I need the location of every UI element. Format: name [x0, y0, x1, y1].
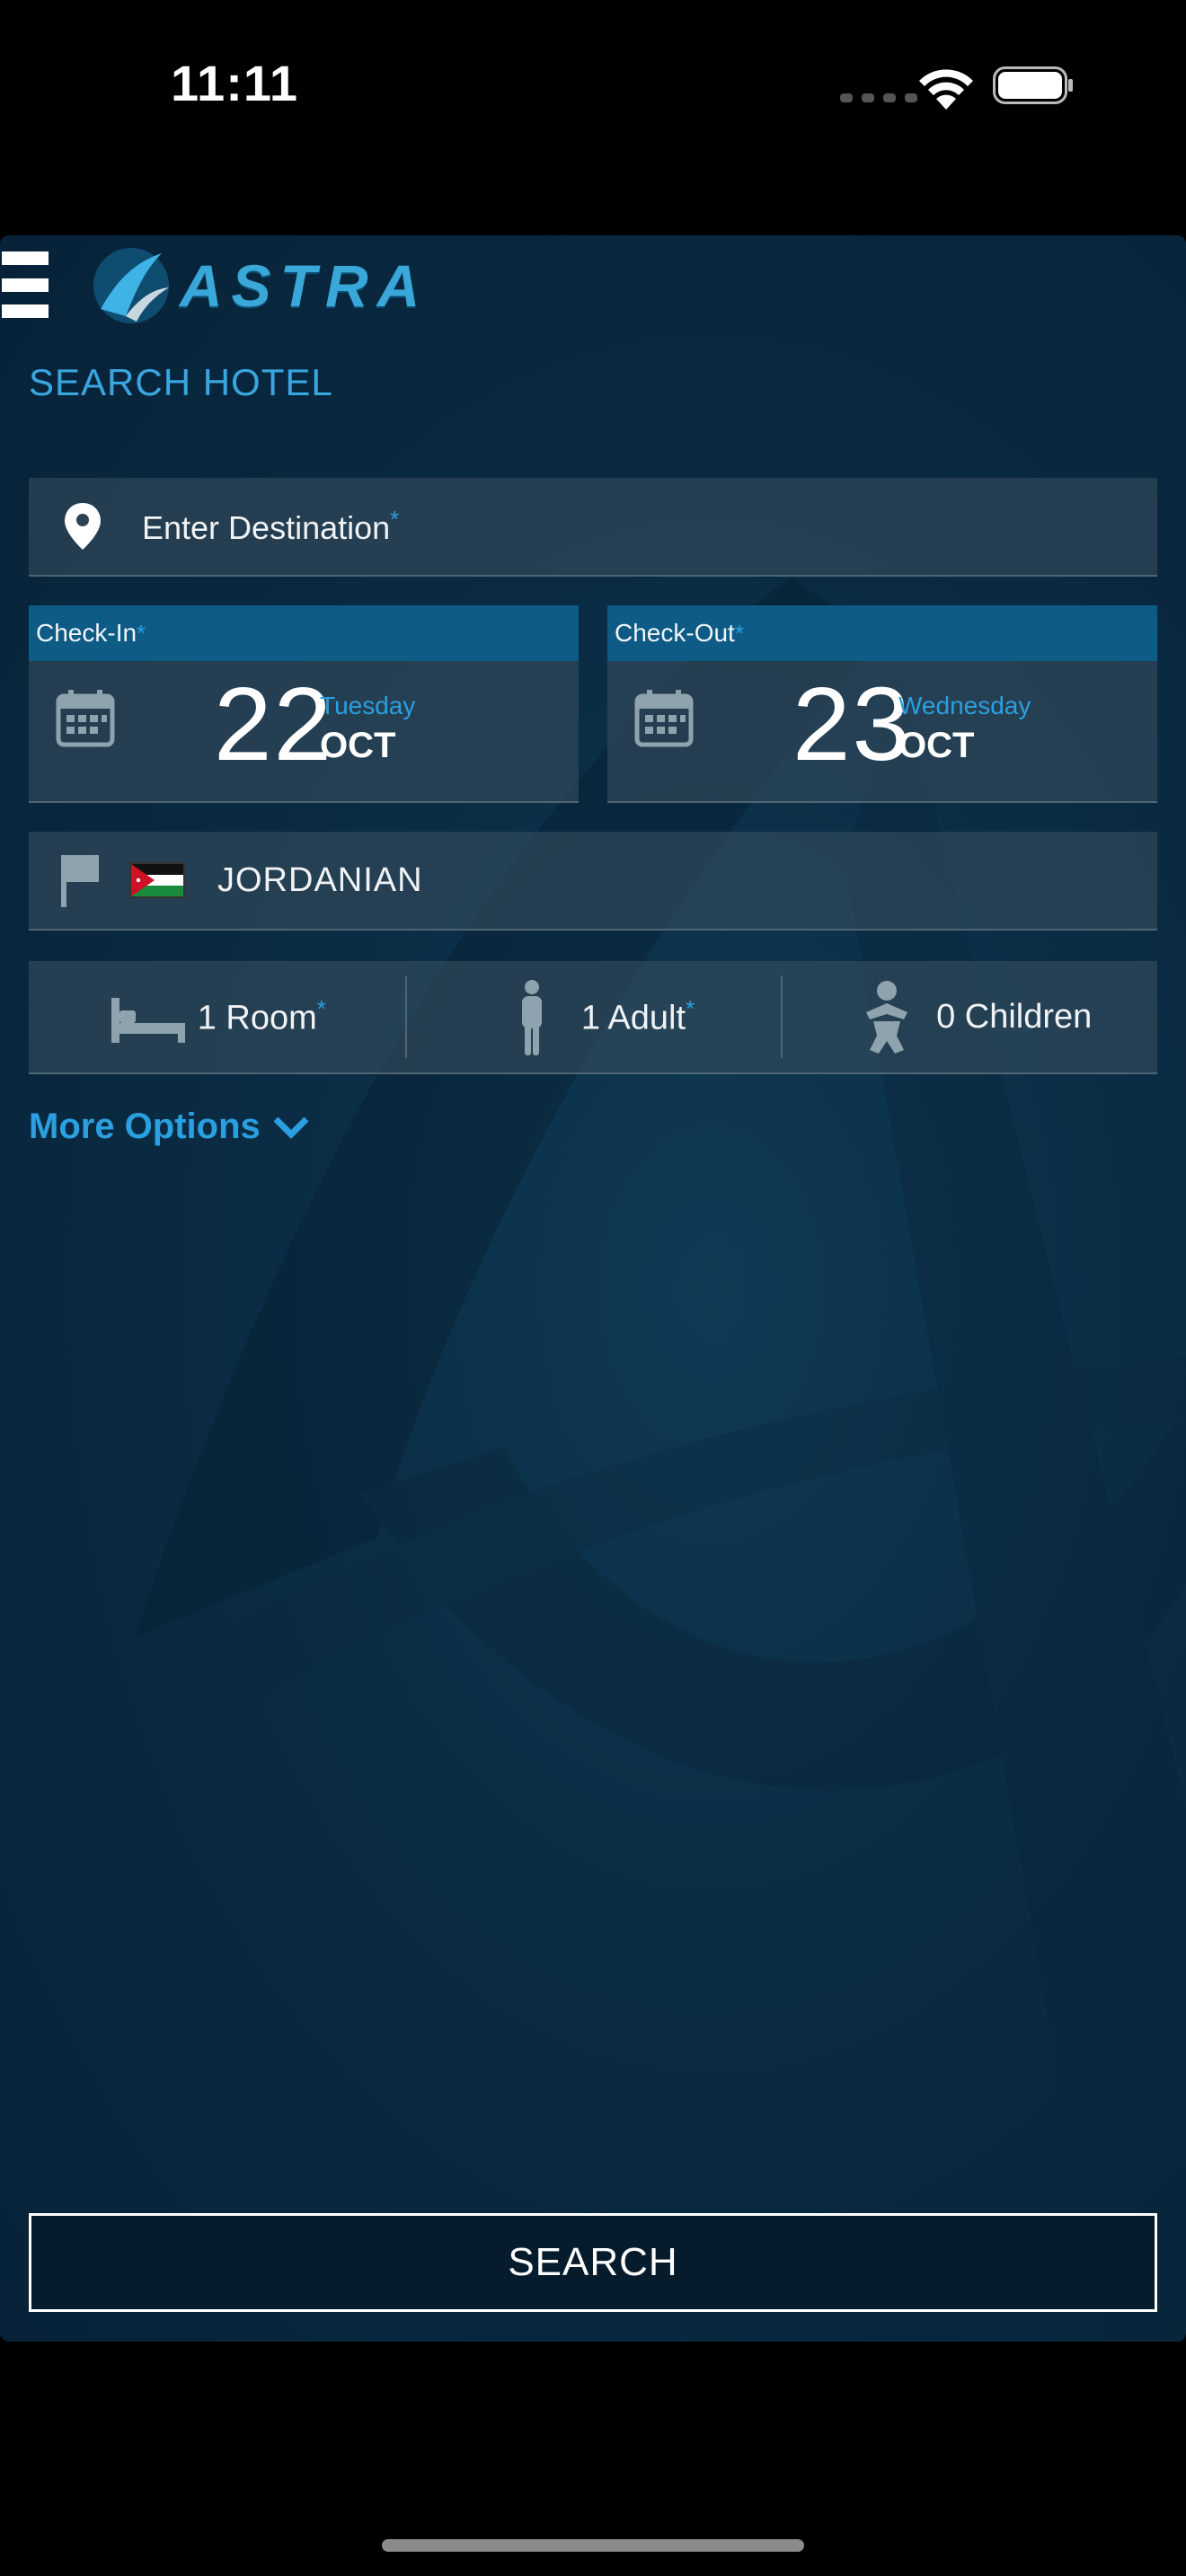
check-in-date-picker[interactable]: Check-In * 22 Tuesday OCT — [29, 605, 579, 803]
chevron-down-icon — [273, 1116, 309, 1139]
hamburger-menu-button[interactable] — [2, 251, 49, 318]
check-out-weekday: Wednesday — [898, 692, 1031, 719]
wifi-icon — [919, 69, 973, 110]
occupancy-selector: 1 Room* 1 Adult* 0 Children — [29, 961, 1157, 1074]
nationality-field[interactable]: JORDANIAN — [29, 832, 1157, 931]
check-out-month: OCT — [898, 726, 975, 765]
check-out-date-picker[interactable]: Check-Out * 23 Wednesday OCT — [607, 605, 1157, 803]
bed-icon — [111, 998, 185, 1043]
check-in-month: OCT — [320, 726, 396, 765]
destination-placeholder: Enter Destination* — [142, 506, 400, 546]
rooms-selector[interactable]: 1 Room* — [29, 961, 405, 1072]
nationality-value: JORDANIAN — [217, 860, 423, 899]
astra-logo-icon — [93, 248, 169, 323]
status-bar: 11:11 — [0, 0, 1186, 171]
search-button-label: SEARCH — [508, 2240, 678, 2284]
app-panel: ASTRA SEARCH HOTEL Enter Destination* Ch… — [0, 235, 1186, 2342]
more-options-label: More Options — [29, 1107, 261, 1146]
check-out-label: Check-Out * — [607, 605, 1157, 661]
more-options-toggle[interactable]: More Options — [29, 1107, 309, 1147]
children-label: 0 Children — [936, 997, 1093, 1036]
check-in-label: Check-In * — [29, 605, 579, 661]
logo-text: ASTRA — [180, 252, 429, 319]
calendar-icon — [56, 690, 115, 747]
flag-icon — [61, 855, 99, 907]
child-baby-icon — [866, 981, 908, 1054]
destination-field[interactable]: Enter Destination* — [29, 478, 1157, 577]
check-out-day: 23 — [792, 666, 913, 782]
page-title: SEARCH HOTEL — [29, 361, 333, 403]
adult-person-icon — [521, 980, 542, 1055]
jordan-flag-icon — [131, 864, 183, 896]
home-indicator[interactable] — [382, 2539, 804, 2552]
check-in-day: 22 — [214, 666, 334, 782]
adults-selector[interactable]: 1 Adult* — [404, 961, 782, 1072]
cellular-signal-icon — [840, 93, 917, 102]
search-button[interactable]: SEARCH — [29, 2213, 1157, 2312]
adults-label: 1 Adult* — [580, 995, 695, 1037]
children-selector[interactable]: 0 Children — [781, 961, 1157, 1072]
status-time: 11:11 — [171, 55, 299, 111]
location-pin-icon — [65, 503, 101, 550]
battery-icon — [993, 66, 1073, 104]
calendar-icon — [634, 690, 694, 747]
rooms-label: 1 Room* — [197, 995, 326, 1037]
check-in-weekday: Tuesday — [320, 692, 416, 719]
astra-logo: ASTRA — [90, 241, 429, 331]
